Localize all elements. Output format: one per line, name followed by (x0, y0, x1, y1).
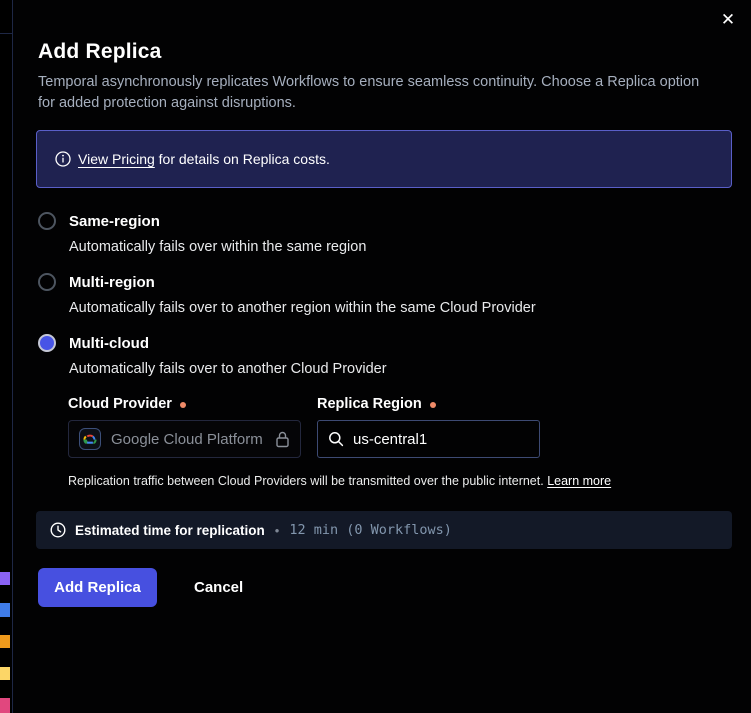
underlay-stripe (0, 698, 10, 713)
option-multi-region: Multi-region Automatically fails over to… (38, 273, 536, 316)
pricing-banner-text: View Pricing for details on Replica cost… (78, 151, 330, 167)
modal-title: Add Replica (38, 40, 162, 64)
option-label[interactable]: Same-region (69, 213, 160, 230)
underlay-stripe (0, 603, 10, 617)
underlay-stripe (0, 667, 10, 680)
gcp-logo-icon (79, 428, 101, 450)
info-icon (55, 151, 71, 167)
close-icon[interactable]: ✕ (718, 9, 738, 29)
estimate-label: Estimated time for replication (75, 523, 265, 538)
add-replica-button[interactable]: Add Replica (38, 568, 157, 607)
underlay-stripe (0, 635, 10, 648)
estimate-separator: • (275, 523, 280, 538)
option-description: Automatically fails over to another regi… (69, 300, 536, 316)
estimate-banner: Estimated time for replication • 12 min … (36, 511, 732, 549)
option-label[interactable]: Multi-cloud (69, 335, 149, 352)
lock-icon (275, 431, 290, 448)
estimate-value: 12 min (0 Workflows) (289, 522, 452, 538)
underlay-header-divider (0, 33, 12, 34)
replica-region-label: Replica Region (317, 396, 436, 412)
option-label[interactable]: Multi-region (69, 274, 155, 291)
option-description: Automatically fails over to another Clou… (69, 361, 387, 377)
required-dot (430, 402, 436, 408)
traffic-note: Replication traffic between Cloud Provid… (68, 474, 611, 488)
radio-same-region[interactable] (38, 212, 56, 230)
traffic-note-text: Replication traffic between Cloud Provid… (68, 474, 547, 488)
add-replica-modal: ✕ Add Replica Temporal asynchronously re… (13, 0, 751, 713)
underlay-stripe (0, 572, 10, 585)
option-description: Automatically fails over within the same… (69, 239, 366, 255)
modal-description: Temporal asynchronously replicates Workf… (38, 72, 706, 114)
pricing-banner-suffix: for details on Replica costs. (155, 151, 330, 167)
search-icon (328, 431, 344, 447)
cloud-provider-value: Google Cloud Platform (111, 431, 263, 448)
replica-region-input[interactable] (353, 431, 503, 448)
option-same-region: Same-region Automatically fails over wit… (38, 212, 366, 255)
cloud-provider-label: Cloud Provider (68, 396, 186, 412)
radio-multi-region[interactable] (38, 273, 56, 291)
required-dot (180, 402, 186, 408)
view-pricing-link[interactable]: View Pricing (78, 151, 155, 167)
learn-more-link[interactable]: Learn more (547, 474, 611, 488)
pricing-info-banner: View Pricing for details on Replica cost… (36, 130, 732, 188)
clock-icon (50, 522, 66, 538)
cloud-provider-label-text: Cloud Provider (68, 396, 172, 412)
option-multi-cloud: Multi-cloud Automatically fails over to … (38, 334, 387, 377)
cancel-button[interactable]: Cancel (184, 568, 253, 607)
cloud-provider-field: Google Cloud Platform (68, 420, 301, 458)
radio-multi-cloud[interactable] (38, 334, 56, 352)
replica-region-field[interactable] (317, 420, 540, 458)
replica-region-label-text: Replica Region (317, 396, 422, 412)
